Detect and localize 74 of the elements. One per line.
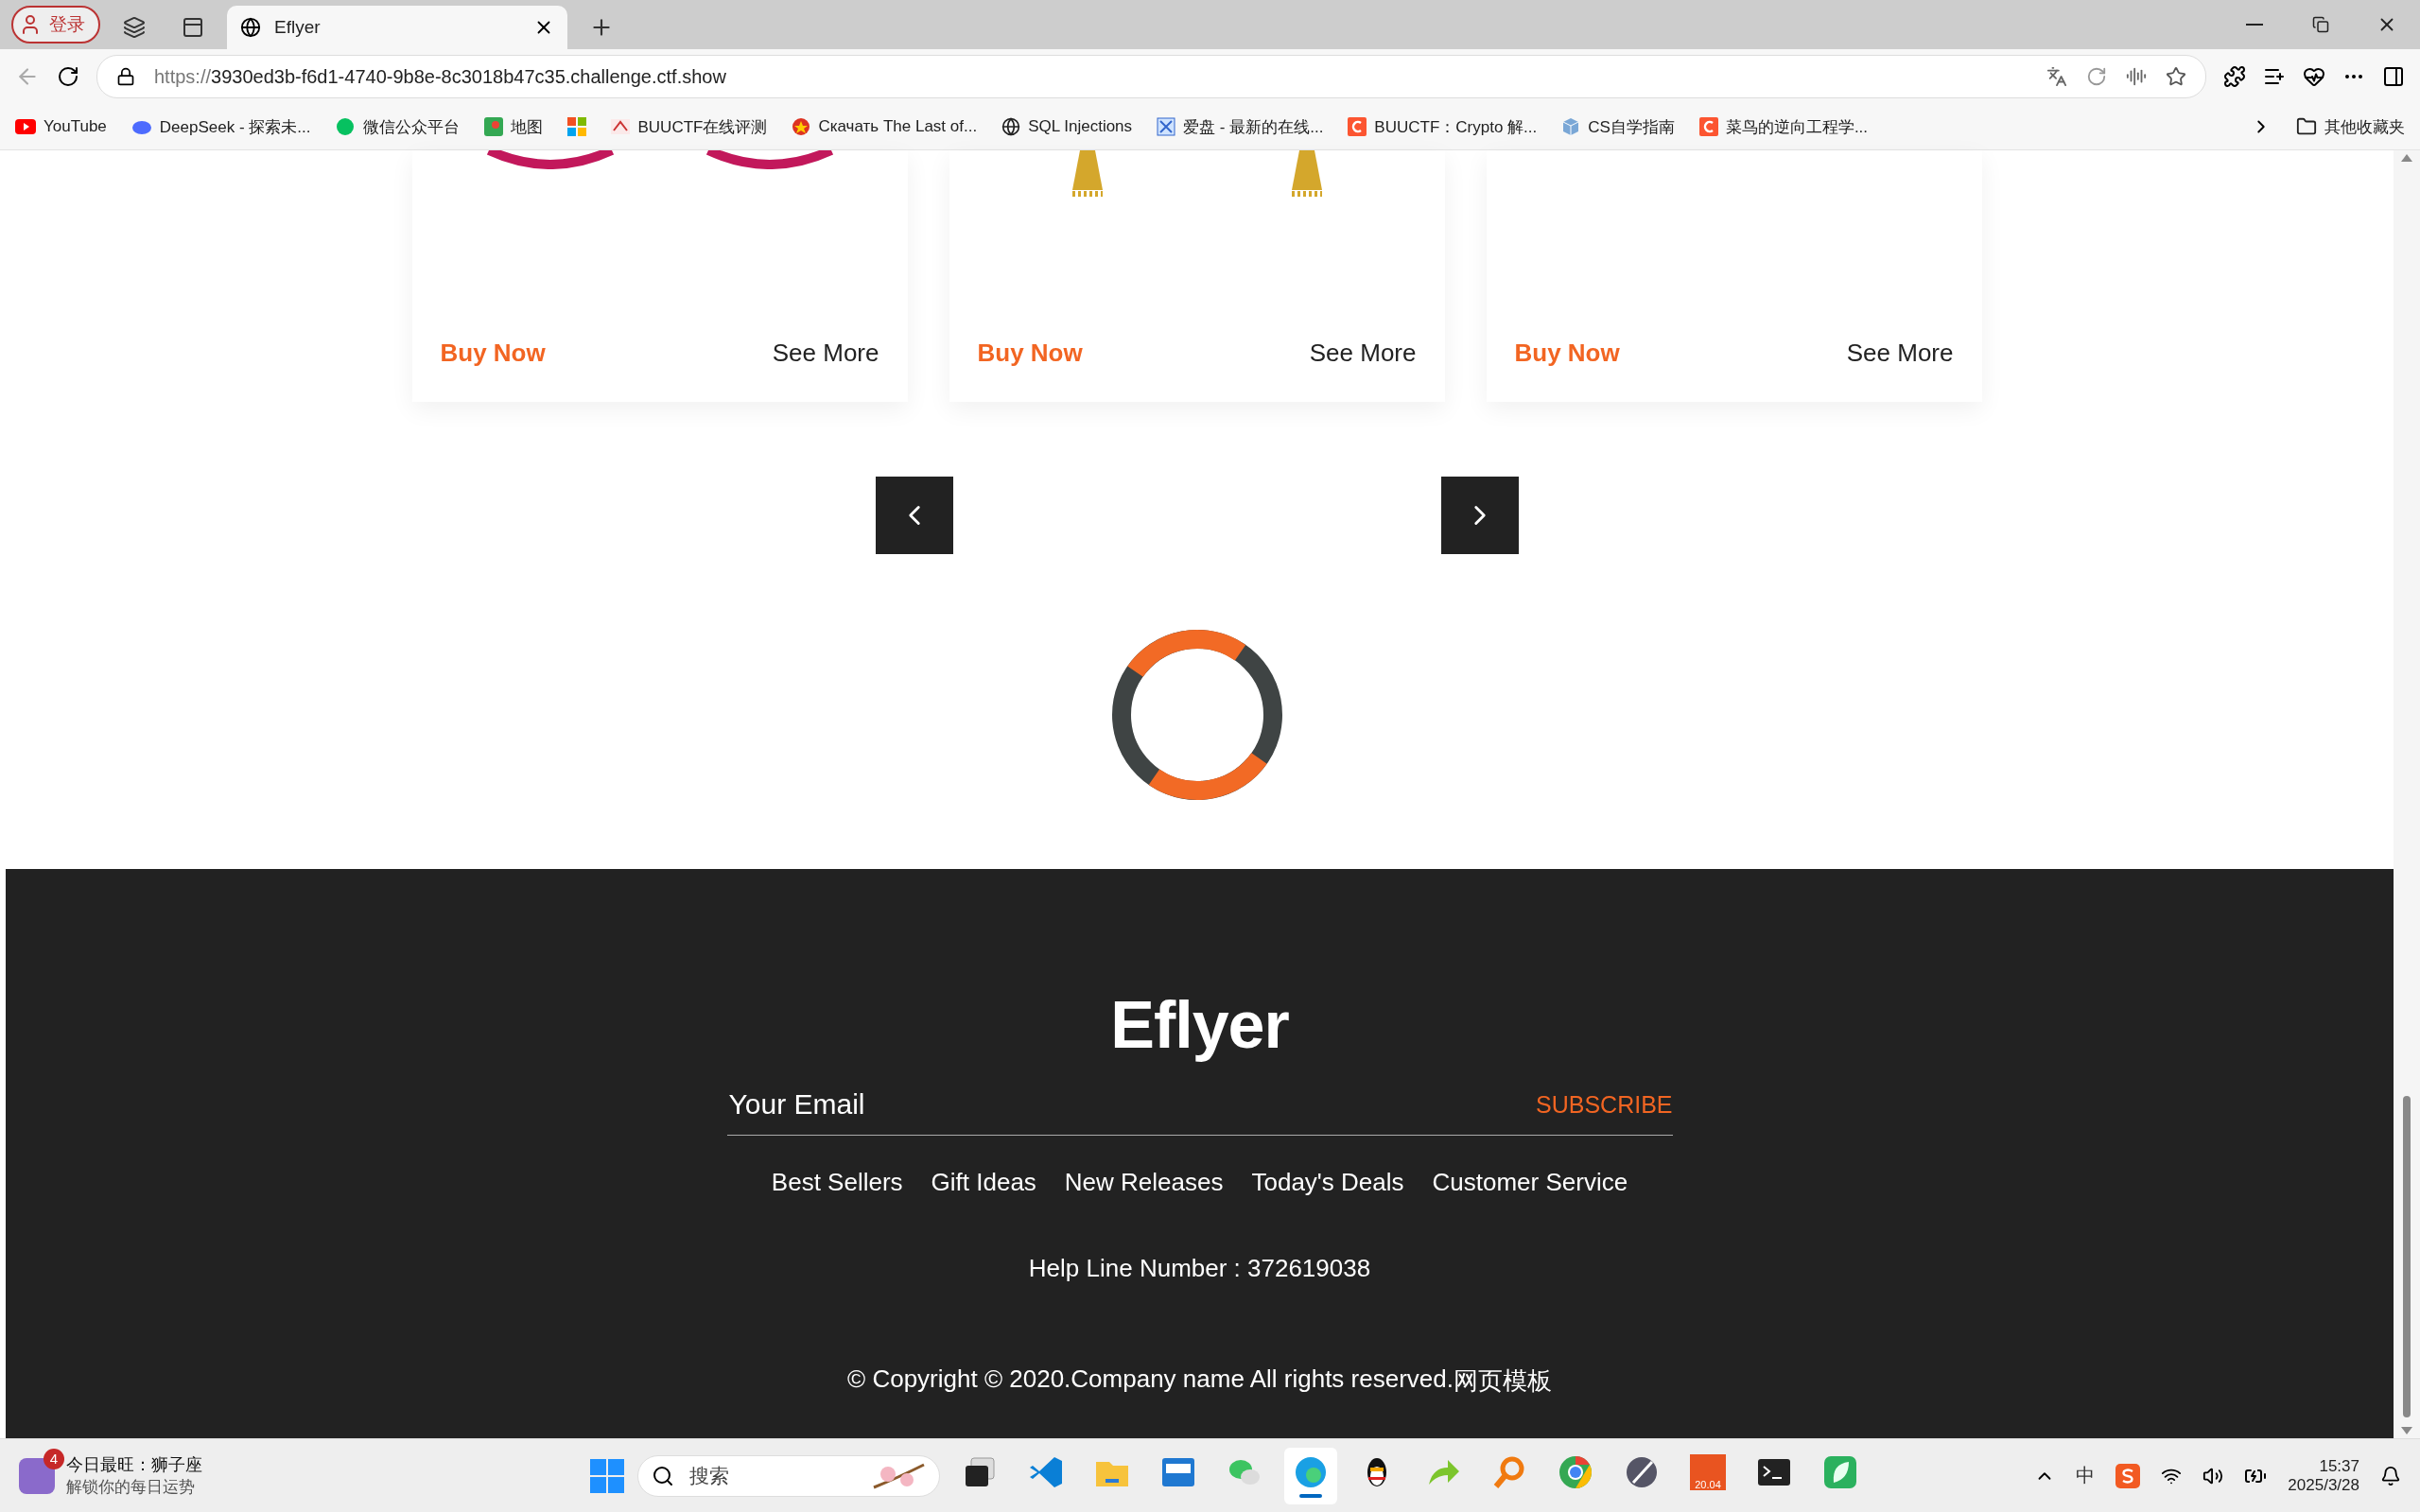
- copyright-text: © Copyright © 2020.Company name All rights reserved.: [847, 1364, 1454, 1395]
- bookmark-link[interactable]: BUUCTF在线评测: [611, 115, 768, 138]
- health-icon[interactable]: [2303, 65, 2325, 88]
- bookmark-link[interactable]: 微信公众平台: [335, 115, 461, 138]
- tab-title: Eflyer: [274, 17, 322, 38]
- bookmark-link[interactable]: CS自学指南: [1561, 115, 1675, 138]
- globe-icon: [1001, 117, 1021, 136]
- bookmark-link[interactable]: DeepSeek - 探索未...: [131, 115, 311, 138]
- url-text: https://3930ed3b-f6d1-4740-9b8e-8c3018b47c35.challenge.ctf.show: [154, 65, 727, 88]
- read-aloud-icon[interactable]: [2126, 66, 2147, 87]
- see-more-link[interactable]: See More: [1309, 339, 1417, 368]
- sidebar-icon[interactable]: [2382, 65, 2405, 88]
- notification-badge: 4: [44, 1448, 64, 1469]
- extensions-icon[interactable]: [2223, 65, 2246, 88]
- bookmark-link[interactable]: SQL Injections: [1001, 117, 1133, 136]
- input-method-indicator[interactable]: 中: [2076, 1463, 2096, 1488]
- profile-button[interactable]: 登录: [11, 6, 100, 43]
- scrollbar[interactable]: [2394, 150, 2420, 1438]
- refresh-circle-icon[interactable]: [2086, 66, 2107, 87]
- loading-spinner-icon: [1110, 629, 1283, 801]
- scroll-up-icon: [2401, 154, 2412, 162]
- favorite-icon[interactable]: [2166, 66, 2186, 87]
- scroll-down-icon: [2401, 1427, 2412, 1434]
- restore-icon: [2312, 16, 2329, 33]
- translate-icon[interactable]: [2046, 66, 2067, 87]
- search-icon: [652, 1464, 674, 1487]
- taskbar-search-bar[interactable]: 搜索: [637, 1454, 940, 1497]
- round-browser-icon: [1558, 1453, 1593, 1490]
- scroll-thumb[interactable]: [2403, 1096, 2411, 1417]
- email-field[interactable]: Your Email SUBSCRIBE: [726, 1074, 1673, 1136]
- next-button[interactable]: [1440, 477, 1519, 554]
- minimize-icon: [2246, 24, 2263, 26]
- subscribe-button[interactable]: SUBSCRIBE: [1536, 1090, 1673, 1119]
- stack-icon: [123, 16, 146, 39]
- footer-link[interactable]: Gift Ideas: [931, 1168, 1036, 1197]
- reload-icon[interactable]: [57, 65, 79, 88]
- bookmark-link[interactable]: Скачать The Last of...: [792, 117, 978, 136]
- clock[interactable]: 15:37 2025/3/28: [2288, 1456, 2359, 1495]
- bookmark-link[interactable]: 爱盘 - 最新的在线...: [1157, 115, 1324, 138]
- panel-icon: [182, 16, 204, 39]
- see-more-link[interactable]: See More: [1846, 339, 1954, 368]
- footer-logo: Eflyer: [1110, 987, 1289, 1063]
- notification-bell-icon[interactable]: [2380, 1465, 2401, 1486]
- address-bar[interactable]: https://3930ed3b-f6d1-4740-9b8e-8c3018b47c35.challenge.ctf.show: [96, 55, 2206, 98]
- footer-link[interactable]: Customer Service: [1432, 1168, 1628, 1197]
- bookmark-link[interactable]: 菜鸟的逆向工程学...: [1698, 115, 1869, 138]
- cube-icon: [1561, 117, 1581, 136]
- footer-link[interactable]: Best Sellers: [771, 1168, 903, 1197]
- video-logo-icon: [15, 119, 36, 134]
- widget-subtitle: 解锁你的每日运势: [66, 1477, 196, 1498]
- bookmark-folder[interactable]: 其他收藏夹: [2296, 115, 2405, 138]
- bookmark-link[interactable]: BUUCTF：Crypto 解...: [1348, 115, 1538, 138]
- taskbar-app-button[interactable]: 20.04: [1681, 1447, 1734, 1504]
- previous-button[interactable]: [875, 477, 953, 554]
- letter-s-icon[interactable]: [2115, 1463, 2141, 1488]
- bookmark-link[interactable]: 地图: [484, 115, 544, 138]
- widget-title: 今日最旺：狮子座: [66, 1454, 202, 1476]
- helpline-text: Help Line Number : 372619038: [1028, 1254, 1371, 1283]
- globe-icon: [240, 17, 261, 38]
- see-more-link[interactable]: See More: [772, 339, 879, 368]
- footer-link[interactable]: Today's Deals: [1251, 1168, 1404, 1197]
- ubuntu-version-icon: 20.04: [1690, 1453, 1726, 1490]
- leaf-app-icon: [1822, 1453, 1858, 1490]
- footer-link[interactable]: New Releases: [1064, 1168, 1224, 1197]
- template-link[interactable]: 网页模板: [1453, 1364, 1552, 1398]
- bookmark-link[interactable]: YouTube: [15, 117, 107, 136]
- browser-tab[interactable]: Eflyer: [227, 6, 567, 49]
- lock-icon: [116, 67, 135, 86]
- four-squares-icon: [567, 117, 587, 136]
- emblem-icon: [792, 117, 811, 136]
- letter-c-icon: [1348, 117, 1367, 136]
- letter-c-icon: [1698, 117, 1718, 136]
- folder-icon: [2296, 116, 2317, 137]
- start-icon[interactable]: [590, 1458, 624, 1493]
